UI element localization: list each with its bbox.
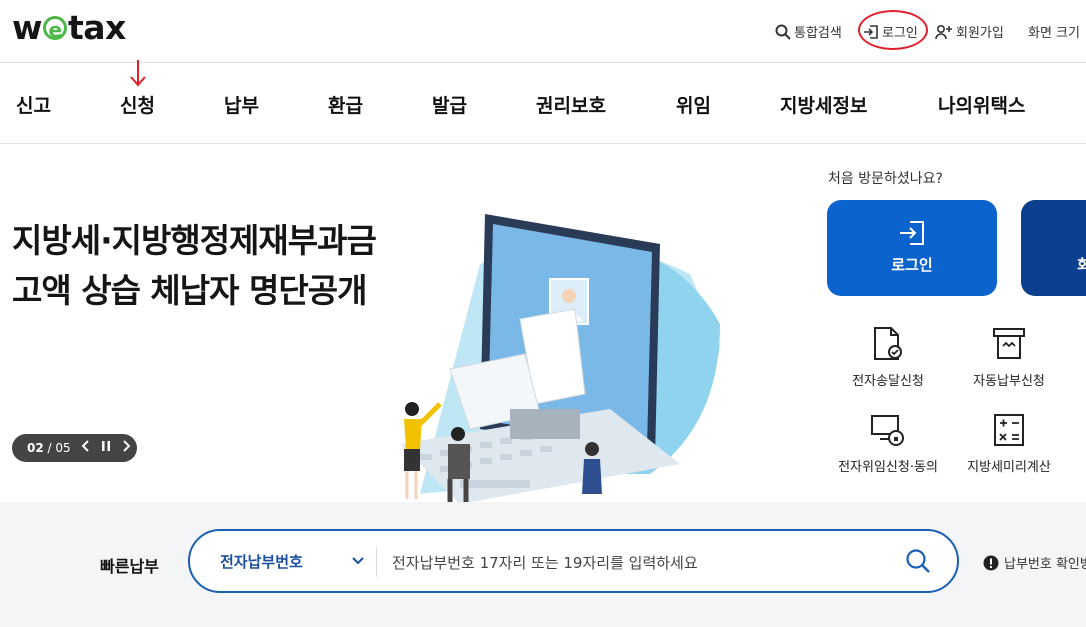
document-check-icon (874, 327, 902, 360)
side-login-button[interactable]: 로그인 (827, 200, 997, 296)
logo-e-icon: e (43, 16, 67, 41)
chevron-left-icon (81, 440, 89, 452)
banner-illustration (400, 214, 720, 504)
hero-title[interactable]: 지방세·지방행정제재부과금 고액 상습 체납자 명단공개 (12, 216, 377, 316)
main-navigation: 신고 신청 납부 환급 발급 권리보호 위임 지방세정보 나의위택스 (0, 63, 1086, 144)
pause-slide-button[interactable] (101, 440, 111, 456)
fast-pay-section: 빠른납부 전자납부번호 납부번호 확인방법 (0, 502, 1086, 627)
nav-item-apply[interactable]: 신청 (120, 91, 155, 118)
chevron-down-icon[interactable] (350, 553, 366, 569)
side-login-label: 로그인 (891, 256, 933, 274)
quick-e-delegation[interactable]: 전자위임신청·동의 (828, 412, 948, 475)
search-icon (775, 24, 791, 40)
nav-item-my-wetax[interactable]: 나의위택스 (938, 91, 1025, 118)
nav-item-issue[interactable]: 발급 (432, 91, 467, 118)
side-second-label: 회 (1077, 256, 1086, 274)
quick-e-delegation-label: 전자위임신청·동의 (838, 460, 938, 475)
payment-number-help-link[interactable]: 납부번호 확인방법 (983, 553, 1086, 572)
wetax-logo[interactable]: w e tax (12, 8, 126, 47)
calculator-icon (994, 414, 1024, 446)
font-size-label: 화면 크기 (1028, 26, 1080, 41)
join-label: 회원가입 (956, 26, 1004, 41)
payment-number-input[interactable] (390, 545, 874, 581)
banner-pager: 02 / 05 (12, 434, 137, 462)
quick-tax-calculator-label: 지방세미리계산 (967, 460, 1051, 475)
quick-tax-calculator[interactable]: 지방세미리계산 (949, 412, 1069, 475)
chevron-right-icon (122, 440, 131, 452)
first-visit-question: 처음 방문하셨나요? (828, 171, 943, 187)
nav-item-tax-info[interactable]: 지방세정보 (780, 91, 867, 118)
login-annotation-circle (858, 10, 928, 50)
logo-text-w: w (12, 8, 43, 47)
prev-slide-button[interactable] (81, 440, 91, 456)
pager-total: / 05 (47, 441, 71, 455)
side-second-button[interactable]: 회 (1021, 200, 1086, 296)
select-divider (376, 547, 377, 577)
payment-type-select[interactable]: 전자납부번호 (220, 551, 303, 572)
quick-e-delivery-label: 전자송달신청 (852, 374, 924, 389)
add-user-icon (935, 24, 952, 39)
nav-item-refund[interactable]: 환급 (328, 91, 363, 118)
nav-item-pay[interactable]: 납부 (224, 91, 259, 118)
nav-item-delegation[interactable]: 위임 (676, 91, 711, 118)
font-size-button[interactable]: 화면 크기 (1028, 22, 1080, 41)
nav-item-rights[interactable]: 권리보호 (536, 91, 606, 118)
payment-number-help-label: 납부번호 확인방법 (1004, 557, 1086, 572)
bill-machine-icon (993, 328, 1025, 359)
nav-item-report[interactable]: 신고 (16, 91, 51, 118)
next-slide-button[interactable] (121, 440, 131, 456)
integrated-search-link[interactable]: 통합검색 (775, 22, 842, 41)
red-arrow-annotation (130, 60, 146, 87)
monitor-lock-icon (871, 415, 904, 446)
login-icon (900, 221, 924, 245)
logo-text-tax: tax (68, 8, 126, 47)
fast-pay-label: 빠른납부 (100, 557, 159, 576)
quick-e-delivery[interactable]: 전자송달신청 (828, 326, 948, 389)
pause-icon (101, 441, 110, 451)
quick-auto-pay-label: 자동납부신청 (973, 374, 1045, 389)
info-icon (983, 555, 999, 570)
quick-auto-pay[interactable]: 자동납부신청 (949, 326, 1069, 389)
pager-current: 02 (27, 441, 44, 455)
hero-title-line1: 지방세·지방행정제재부과금 (12, 221, 377, 260)
pager-count: 02 / 05 (27, 441, 71, 455)
hero-title-line2: 고액 상습 체납자 명단공개 (12, 271, 367, 310)
fast-pay-search-box: 전자납부번호 (188, 529, 959, 593)
top-bar: w e tax 통합검색 로그인 회원가입 화면 크기 (0, 0, 1086, 63)
join-link[interactable]: 회원가입 (935, 22, 1004, 41)
search-icon[interactable] (905, 548, 931, 574)
integrated-search-label: 통합검색 (794, 26, 842, 41)
